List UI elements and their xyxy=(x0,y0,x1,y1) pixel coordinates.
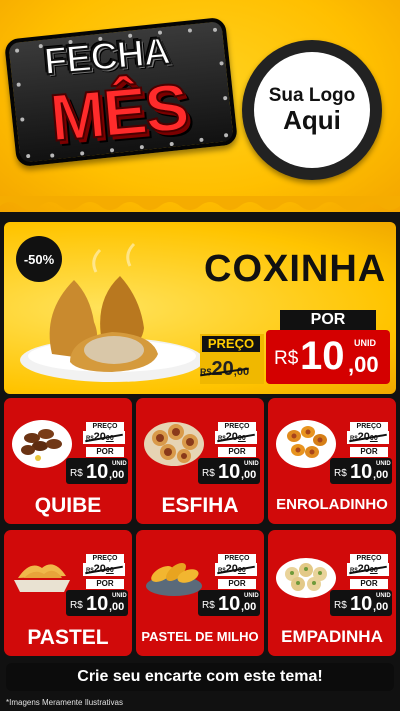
old-price: R$2000 xyxy=(347,563,389,576)
new-price-integer: 10 xyxy=(218,593,241,615)
logo-inner-circle: Sua Logo Aqui xyxy=(254,52,370,168)
product-name: PASTEL xyxy=(27,626,109,649)
new-price: R$ 10 ,00 UNID xyxy=(266,330,390,384)
product-card-esfiha[interactable]: PREÇO R$2000 POR R$10,00 UNID ESFIHA xyxy=(136,398,264,524)
new-price-decimal: ,00 xyxy=(373,601,389,613)
preco-label: PREÇO xyxy=(218,554,256,563)
new-price-decimal: ,00 xyxy=(373,469,389,481)
product-card-quibe[interactable]: PREÇO R$2000 POR R$10,00 UNID QUIBE xyxy=(4,398,132,524)
por-label: POR xyxy=(86,579,124,589)
featured-product-card[interactable]: -50% COXINHA PREÇO R$20,00 POR R$ 10 ,00… xyxy=(4,222,396,394)
badge-title-mes: MÊS xyxy=(46,68,191,156)
product-card-pastel-de-milho[interactable]: PREÇO R$2000 POR R$10,00 UNID PASTEL DE M… xyxy=(136,530,264,656)
product-name: ENROLADINHO xyxy=(276,496,388,513)
old-price: R$2000 xyxy=(215,431,257,444)
unit-label: UNID xyxy=(112,593,127,599)
new-price: R$ 10,00 UNID xyxy=(198,590,260,616)
por-label: POR xyxy=(350,579,388,589)
preco-label: PREÇO xyxy=(350,422,388,431)
por-label: POR xyxy=(86,447,124,457)
new-price-currency: R$ xyxy=(202,468,215,479)
new-price-currency: R$ xyxy=(334,468,347,479)
quibe-image xyxy=(12,420,72,468)
old-price-integer: 20 xyxy=(211,358,234,380)
unit-label: UNID xyxy=(244,593,259,599)
new-price-integer: 10 xyxy=(350,593,373,615)
new-price-currency: R$ xyxy=(334,600,347,611)
por-label: POR xyxy=(218,447,256,457)
new-price-integer: 10 xyxy=(218,461,241,483)
old-price: R$2000 xyxy=(347,431,389,444)
pastel-image xyxy=(14,564,70,592)
product-card-empadinha[interactable]: PREÇO R$2000 POR R$10,00 UNID EMPADINHA xyxy=(268,530,396,656)
empadinha-image xyxy=(276,558,336,598)
unit-label: UNID xyxy=(376,461,391,467)
new-price-integer: 10 xyxy=(86,461,109,483)
old-price: R$2000 xyxy=(83,563,125,576)
new-price: R$ 10,00 UNID xyxy=(66,458,128,484)
new-price-currency: R$ xyxy=(70,600,83,611)
product-card-enroladinho[interactable]: PREÇO R$2000 POR R$10,00 UNID ENROLADINHO xyxy=(268,398,396,524)
por-label: POR xyxy=(218,579,256,589)
logo-text-line1: Sua Logo xyxy=(268,84,356,106)
esfiha-image xyxy=(144,422,204,466)
preco-label: PREÇO xyxy=(86,422,124,431)
pastel-de-milho-image xyxy=(146,563,202,596)
product-name: ESFIHA xyxy=(161,494,239,517)
logo-text-line2: Aqui xyxy=(283,104,341,135)
old-price: R$20,00 xyxy=(200,358,249,383)
enroladinho-image xyxy=(276,420,336,468)
new-price-decimal: ,00 xyxy=(348,352,379,377)
new-price-integer: 10 xyxy=(350,461,373,483)
new-price-currency: R$ xyxy=(70,468,83,479)
unit-label: UNID xyxy=(354,338,376,348)
featured-product-name: COXINHA xyxy=(204,248,387,290)
new-price-currency: R$ xyxy=(274,348,299,369)
unit-label: UNID xyxy=(376,593,391,599)
preco-label: PREÇO xyxy=(202,336,260,352)
header-wave-edge xyxy=(0,196,400,210)
new-price: R$ 10,00 UNID xyxy=(330,590,392,616)
new-price: R$ 10,00 UNID xyxy=(330,458,392,484)
new-price-integer: 10 xyxy=(86,593,109,615)
new-price-decimal: ,00 xyxy=(109,601,125,613)
new-price-decimal: ,00 xyxy=(109,469,125,481)
footnote: *Imagens Meramente Ilustrativas xyxy=(6,698,123,707)
product-name: PASTEL DE MILHO xyxy=(141,629,259,644)
por-label: POR xyxy=(350,447,388,457)
logo-placeholder[interactable]: Sua Logo Aqui xyxy=(242,40,382,180)
cta-banner[interactable]: Crie seu encarte com este tema! xyxy=(6,663,394,691)
product-name: EMPADINHA xyxy=(281,627,383,646)
discount-badge: -50% xyxy=(16,236,62,282)
new-price-decimal: ,00 xyxy=(241,601,257,613)
new-price-integer: 10 xyxy=(300,334,345,378)
unit-label: UNID xyxy=(244,461,259,467)
preco-label: PREÇO xyxy=(218,422,256,431)
new-price-decimal: ,00 xyxy=(241,469,257,481)
preco-label: PREÇO xyxy=(86,554,124,563)
old-price: R$2000 xyxy=(215,563,257,576)
unit-label: UNID xyxy=(112,461,127,467)
por-label: POR xyxy=(280,310,376,330)
new-price-currency: R$ xyxy=(202,600,215,611)
new-price: R$ 10,00 UNID xyxy=(66,590,128,616)
preco-label: PREÇO xyxy=(350,554,388,563)
product-card-pastel[interactable]: PREÇO R$2000 POR R$10,00 UNID PASTEL xyxy=(4,530,132,656)
product-name: QUIBE xyxy=(34,494,102,517)
old-price: R$2000 xyxy=(83,431,125,444)
new-price: R$ 10,00 UNID xyxy=(198,458,260,484)
